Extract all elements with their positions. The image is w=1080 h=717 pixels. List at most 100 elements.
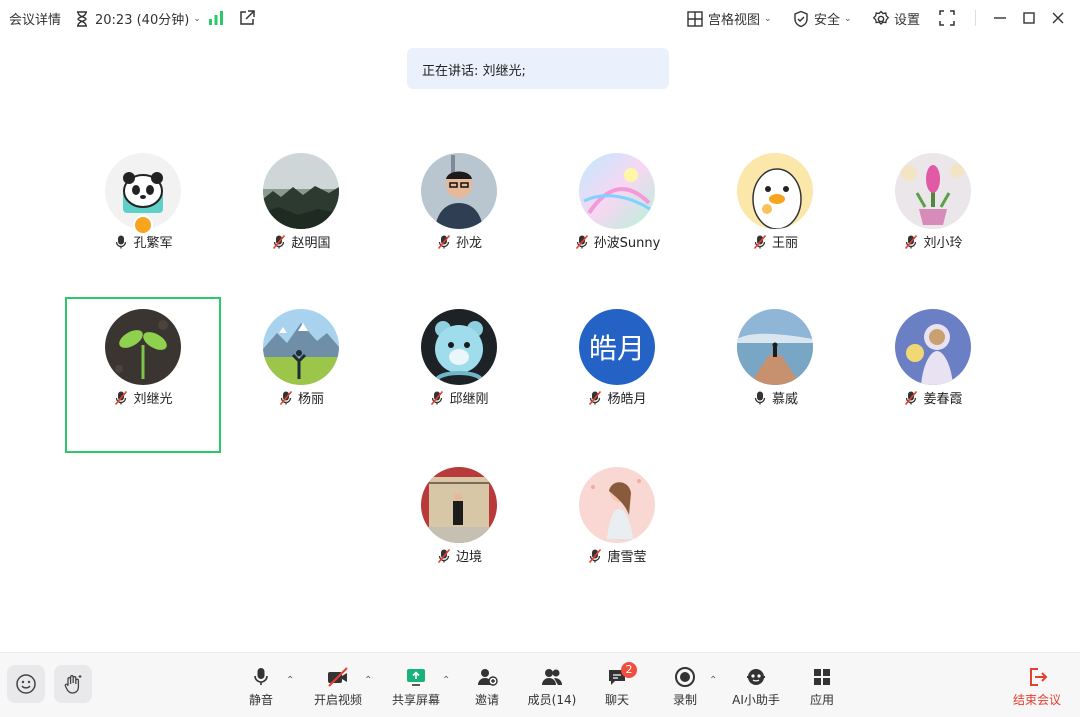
end-meeting-button[interactable]: 结束会议	[1002, 666, 1072, 708]
apps-button[interactable]: 应用	[787, 666, 857, 708]
settings-label: 设置	[894, 13, 921, 28]
reaction-button[interactable]	[7, 665, 45, 703]
pier-lake-avatar	[737, 309, 813, 385]
hourglass-icon	[77, 10, 87, 27]
members-button[interactable]: 成员(14)	[517, 666, 587, 708]
participant-tile[interactable]: 皓月 杨皓月	[539, 297, 695, 453]
misty-forest-avatar	[263, 153, 339, 229]
minimize-icon	[994, 17, 1006, 19]
record-options-caret[interactable]: ⌃	[709, 675, 717, 686]
mute-options-caret[interactable]: ⌃	[286, 675, 294, 686]
participant-tile[interactable]: 邱继刚	[381, 297, 537, 453]
mute-button[interactable]: 静音	[226, 666, 296, 708]
settings-button[interactable]: 设置	[872, 9, 920, 28]
hyacinth-avatar	[895, 153, 971, 229]
sprout-avatar	[105, 309, 181, 385]
maximize-button[interactable]	[1020, 9, 1038, 27]
ai-assistant-icon	[747, 669, 765, 685]
security-button[interactable]: 安全 ⌄	[792, 9, 852, 28]
start-video-button[interactable]: 开启视频	[303, 666, 373, 708]
video-options-caret[interactable]: ⌃	[364, 675, 372, 686]
microphone-icon	[754, 391, 766, 404]
participant-name: 邱继刚	[381, 388, 537, 407]
participant-name: 杨丽	[223, 388, 379, 407]
popout-window-button[interactable]	[238, 9, 256, 27]
participant-tile[interactable]: 唐雪莹	[539, 455, 695, 611]
participant-tile[interactable]: 孔繁军	[65, 141, 221, 297]
mic-muted-icon	[431, 390, 444, 405]
participant-name: 唐雪莹	[539, 546, 695, 565]
participant-name: 边境	[381, 546, 537, 565]
chevron-down-icon: ⌄	[844, 13, 852, 24]
participant-name: 孙龙	[381, 232, 537, 251]
grid-icon	[687, 10, 703, 27]
participant-name: 姜春霞	[855, 388, 1011, 407]
person-photo-avatar	[421, 153, 497, 229]
participant-tile[interactable]: 孙波Sunny	[539, 141, 695, 297]
grid-view-label: 宫格视图	[708, 13, 761, 28]
participant-name: 孔繁军	[65, 232, 221, 251]
participant-tile[interactable]: 慕威	[697, 297, 853, 453]
record-icon	[675, 667, 695, 687]
cartoon-duck-avatar	[737, 153, 813, 229]
chevron-down-icon: ⌄	[764, 13, 772, 24]
mic-muted-icon	[589, 548, 602, 563]
record-button[interactable]: 录制	[650, 666, 720, 708]
video-off-icon	[328, 667, 348, 687]
ai-assistant-button[interactable]: AI小助手	[721, 666, 791, 708]
mic-muted-icon	[575, 234, 588, 249]
participant-tile[interactable]: 姜春霞	[855, 297, 1011, 453]
external-link-icon	[240, 10, 255, 25]
astronaut-avatar	[895, 309, 971, 385]
share-options-caret[interactable]: ⌃	[442, 675, 450, 686]
speaking-indicator: 正在讲话: 刘继光;	[407, 48, 669, 89]
invite-button[interactable]: 邀请	[452, 666, 522, 708]
raise-hand-icon	[64, 675, 82, 694]
chat-unread-badge: 2	[621, 662, 637, 678]
mic-muted-icon	[279, 390, 293, 405]
network-signal[interactable]	[207, 9, 225, 27]
toy-bear-avatar	[421, 309, 497, 385]
participant-tile[interactable]: 边境	[381, 455, 537, 611]
mountain-field-avatar	[263, 309, 339, 385]
minimize-button[interactable]	[991, 9, 1009, 27]
close-button[interactable]	[1049, 9, 1067, 27]
title-bar: 会议详情 20:23 (40分钟) ⌄ 宫格视图 ⌄ 安全 ⌄ 设置	[0, 0, 1080, 38]
participant-name: 刘小玲	[855, 232, 1011, 251]
participant-tile-active-speaker[interactable]: 刘继光	[65, 297, 221, 453]
meeting-details-label: 会议详情	[9, 13, 62, 28]
chevron-down-icon: ⌄	[193, 13, 201, 24]
gear-icon	[872, 10, 890, 25]
toolbar-divider	[975, 10, 976, 26]
building-photo-avatar	[421, 467, 497, 543]
participant-name: 赵明国	[223, 232, 379, 251]
fullscreen-button[interactable]	[938, 9, 956, 27]
participant-tile[interactable]: 赵明国	[223, 141, 379, 297]
share-screen-button[interactable]: 共享屏幕	[381, 666, 451, 708]
smiley-icon	[16, 674, 36, 694]
microphone-icon	[254, 668, 268, 685]
close-icon	[1052, 12, 1064, 24]
mic-muted-icon	[437, 548, 451, 563]
participant-name: 刘继光	[67, 388, 219, 407]
participant-name: 慕威	[697, 388, 853, 407]
girl-illustration-avatar	[579, 467, 655, 543]
participant-tile[interactable]: 杨丽	[223, 297, 379, 453]
grid-view-button[interactable]: 宫格视图 ⌄	[686, 9, 772, 28]
meeting-toolbar: 静音 ⌃ 开启视频 ⌃ 共享屏幕 ⌃ 邀请 成员(14) 聊天 2 录制 ⌃ A…	[0, 652, 1080, 717]
participant-tile[interactable]: 孙龙	[381, 141, 537, 297]
raise-hand-button[interactable]	[54, 665, 92, 703]
mic-muted-icon	[437, 234, 451, 249]
participant-tile[interactable]: 王丽	[697, 141, 853, 297]
participant-name: 孙波Sunny	[539, 232, 695, 251]
timer-text: 20:23 (40分钟)	[95, 13, 190, 28]
chat-button[interactable]: 聊天 2	[582, 662, 652, 708]
shield-icon	[794, 10, 808, 27]
share-screen-icon	[407, 669, 425, 686]
mic-muted-icon	[273, 234, 286, 249]
add-user-icon	[478, 669, 498, 686]
signal-bars-icon	[209, 11, 223, 25]
participant-tile[interactable]: 刘小玲	[855, 141, 1011, 297]
meeting-details-link[interactable]: 会议详情	[9, 9, 61, 28]
meeting-timer[interactable]: 20:23 (40分钟) ⌄	[73, 9, 201, 28]
